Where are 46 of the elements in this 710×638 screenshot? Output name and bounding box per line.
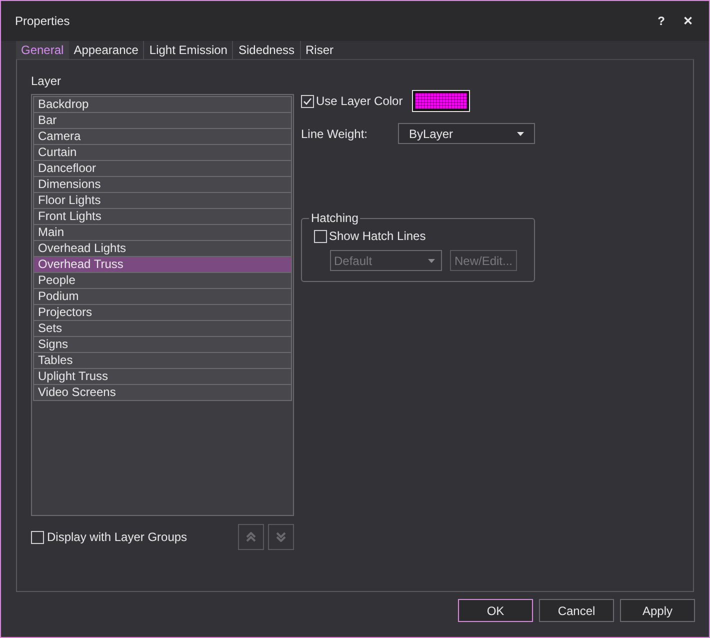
line-weight-dropdown[interactable]: ByLayer [398,123,535,144]
layer-list-item[interactable]: Signs [33,336,292,353]
layer-list-item[interactable]: Overhead Truss [33,256,292,273]
close-button[interactable]: ✕ [683,12,693,30]
layer-list-item[interactable]: Bar [33,112,292,129]
tab[interactable]: Riser [300,41,339,59]
checkbox[interactable] [314,230,327,242]
dialog-button[interactable]: OK [458,599,533,622]
layer-list-item[interactable]: Curtain [33,144,292,161]
checkbox-label[interactable]: Display with Layer Groups [47,528,188,546]
double-chevron-up-icon [246,532,256,542]
checkbox[interactable] [31,530,44,544]
layer-list-item[interactable]: Video Screens [33,384,292,401]
tab[interactable]: Sidedness [232,41,300,59]
layer-label: Layer [31,73,62,90]
tab[interactable]: Appearance [68,41,144,59]
layer-list-item[interactable]: Front Lights [33,208,292,225]
dialog-button[interactable]: Apply [620,599,695,622]
layer-list-item[interactable]: Podium [33,288,292,305]
checkmark-icon [303,96,312,106]
layer-list-item[interactable]: Backdrop [33,96,292,113]
layer-list-item[interactable]: Dimensions [33,176,292,193]
layer-list-item[interactable]: Camera [33,128,292,145]
layer-list-item[interactable]: Main [33,224,292,241]
layer-list-item[interactable]: Overhead Lights [33,240,292,257]
layer-list-item[interactable]: Uplight Truss [33,368,292,385]
layer-list-item[interactable]: Projectors [33,304,292,321]
checkbox[interactable] [301,94,314,108]
tab[interactable]: Light Emission [143,41,232,59]
window-title: Properties [15,13,70,30]
dialog-button[interactable]: Cancel [539,599,614,622]
line-weight-label: Line Weight: [301,126,368,142]
color-swatch[interactable] [412,91,469,111]
double-chevron-down-icon [276,532,286,542]
caret-icon [517,132,524,136]
help-button[interactable]: ? [658,12,665,30]
checkbox-label[interactable]: Use Layer Color [316,92,403,110]
checkbox-label[interactable]: Show Hatch Lines [329,227,426,245]
layer-list-item[interactable]: Floor Lights [33,192,292,209]
caret-icon [428,258,435,262]
tab[interactable]: General [16,41,69,59]
layer-list-item[interactable]: People [33,272,292,289]
layer-list-item[interactable]: Sets [33,320,292,337]
group-title: Hatching [310,210,360,227]
layer-list-item[interactable]: Tables [33,352,292,369]
layer-list-item[interactable]: Dancefloor [33,160,292,177]
